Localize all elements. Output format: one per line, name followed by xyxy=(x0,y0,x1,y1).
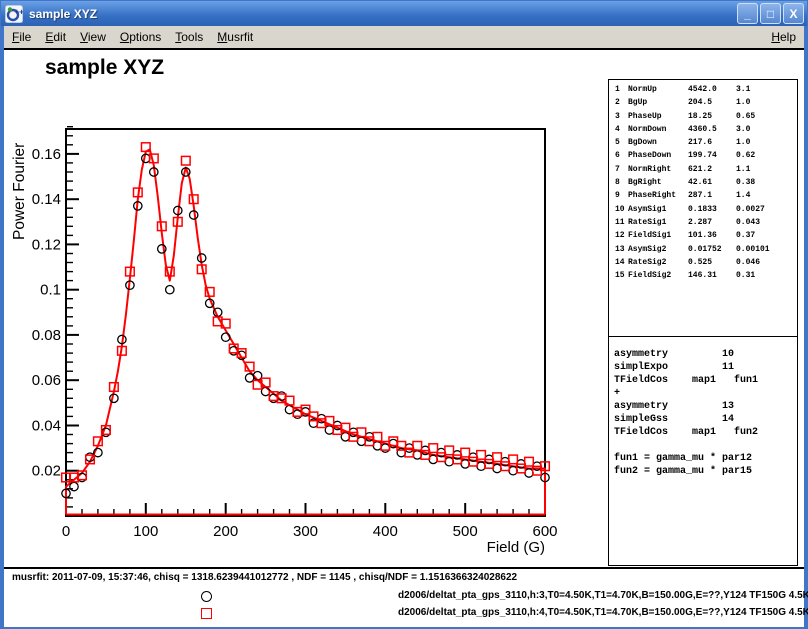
theory-line: fun2 = gamma_mu * par15 xyxy=(614,465,797,478)
legend-row: d2006/deltat_pta_gps_3110,h:3,T0=4.50K,T… xyxy=(4,590,804,604)
svg-text:0.04: 0.04 xyxy=(32,418,61,435)
root-canvas[interactable]: sample XYZ 01002003004005006000.020.040.… xyxy=(4,50,804,567)
menu-item-edit[interactable]: Edit xyxy=(45,30,66,44)
theory-line: TFieldCos map1 fun2 xyxy=(614,426,797,439)
param-row: 6PhaseDown199.740.62 xyxy=(609,149,797,162)
svg-text:0.06: 0.06 xyxy=(32,372,61,389)
svg-text:0: 0 xyxy=(62,523,70,540)
theory-line: asymmetry 10 xyxy=(614,348,797,361)
svg-text:500: 500 xyxy=(453,523,478,540)
fit-parameter-rows: 1NormUp4542.03.12BgUp204.51.03PhaseUp18.… xyxy=(609,80,797,282)
svg-text:300: 300 xyxy=(293,523,318,540)
param-row: 12FieldSig1101.360.37 xyxy=(609,229,797,242)
fit-status-text: musrfit: 2011-07-09, 15:37:46, chisq = 1… xyxy=(12,572,517,583)
minimize-button[interactable]: _ xyxy=(737,3,758,24)
close-button[interactable]: X xyxy=(783,3,804,24)
param-row: 2BgUp204.51.0 xyxy=(609,96,797,109)
theory-line: fun1 = gamma_mu * par12 xyxy=(614,452,797,465)
theory-line: asymmetry 13 xyxy=(614,400,797,413)
title-bar[interactable]: ++ sample XYZ _□X xyxy=(1,1,807,26)
param-row: 11RateSig12.2870.043 xyxy=(609,216,797,229)
param-row: 7NormRight621.21.1 xyxy=(609,163,797,176)
svg-text:0.14: 0.14 xyxy=(32,191,61,208)
param-row: 1NormUp4542.03.1 xyxy=(609,83,797,96)
param-row: 10AsymSig10.18330.0027 xyxy=(609,203,797,216)
app-window: ++ sample XYZ _□X File Edit View Options Too… xyxy=(0,0,808,629)
legend-square-marker-icon xyxy=(201,608,212,619)
window-controls: _□X xyxy=(737,3,804,24)
svg-text:100: 100 xyxy=(133,523,158,540)
window-title: sample XYZ xyxy=(29,7,97,21)
legend-label: d2006/deltat_pta_gps_3110,h:4,T0=4.50K,T… xyxy=(398,607,808,618)
param-row: 15FieldSig2146.310.31 xyxy=(609,269,797,282)
maximize-button[interactable]: □ xyxy=(760,3,781,24)
fourier-plot[interactable]: 0 100 200 300 400 500 600 0.02 0.04 0.06 0.08 0.1 0.… xyxy=(4,50,604,567)
theory-line xyxy=(614,439,797,452)
menu-bar: File Edit View Options Tools Musrfit Help xyxy=(4,26,804,50)
menu-item-tools[interactable]: Tools xyxy=(175,30,203,44)
theory-line: simpleGss 14 xyxy=(614,413,797,426)
svg-text:0.08: 0.08 xyxy=(32,327,61,344)
fit-parameter-box: 1NormUp4542.03.12BgUp204.51.03PhaseUp18.… xyxy=(608,79,798,338)
legend-label: d2006/deltat_pta_gps_3110,h:3,T0=4.50K,T… xyxy=(398,590,808,601)
theory-lines: asymmetry 10simplExpo 11TFieldCos map1 f… xyxy=(609,337,797,478)
legend-circle-marker-icon xyxy=(201,591,212,602)
legend-row: d2006/deltat_pta_gps_3110,h:4,T0=4.50K,T… xyxy=(4,607,804,621)
svg-text:200: 200 xyxy=(213,523,238,540)
param-row: 13AsymSig20.017520.00101 xyxy=(609,243,797,256)
theory-line: + xyxy=(614,387,797,400)
svg-text:++: ++ xyxy=(15,7,24,16)
param-row: 9PhaseRight287.11.4 xyxy=(609,189,797,202)
param-row: 14RateSig20.5250.046 xyxy=(609,256,797,269)
svg-text:Power Fourier: Power Fourier xyxy=(11,143,28,240)
menu-item-view[interactable]: View xyxy=(80,30,106,44)
param-row: 8BgRight42.610.38 xyxy=(609,176,797,189)
param-row: 5BgDown217.61.0 xyxy=(609,136,797,149)
menu-item-file[interactable]: File xyxy=(12,30,31,44)
svg-text:0.16: 0.16 xyxy=(32,146,61,163)
status-bar: musrfit: 2011-07-09, 15:37:46, chisq = 1… xyxy=(4,567,804,627)
svg-text:0.12: 0.12 xyxy=(32,236,61,253)
theory-box: asymmetry 10simplExpo 11TFieldCos map1 f… xyxy=(608,336,798,566)
svg-text:400: 400 xyxy=(373,523,398,540)
param-row: 4NormDown4360.53.0 xyxy=(609,123,797,136)
menu-item-help[interactable]: Help xyxy=(771,30,796,44)
svg-text:Field (G): Field (G) xyxy=(487,539,545,556)
param-row: 3PhaseUp18.250.65 xyxy=(609,110,797,123)
theory-line: TFieldCos map1 fun1 xyxy=(614,374,797,387)
root-logo-icon: ++ xyxy=(5,5,23,23)
theory-line: simplExpo 11 xyxy=(614,361,797,374)
svg-text:0.02: 0.02 xyxy=(32,463,61,480)
svg-text:600: 600 xyxy=(532,523,557,540)
menu-item-options[interactable]: Options xyxy=(120,30,161,44)
svg-text:0.1: 0.1 xyxy=(40,282,61,299)
menu-item-musrfit[interactable]: Musrfit xyxy=(217,30,253,44)
